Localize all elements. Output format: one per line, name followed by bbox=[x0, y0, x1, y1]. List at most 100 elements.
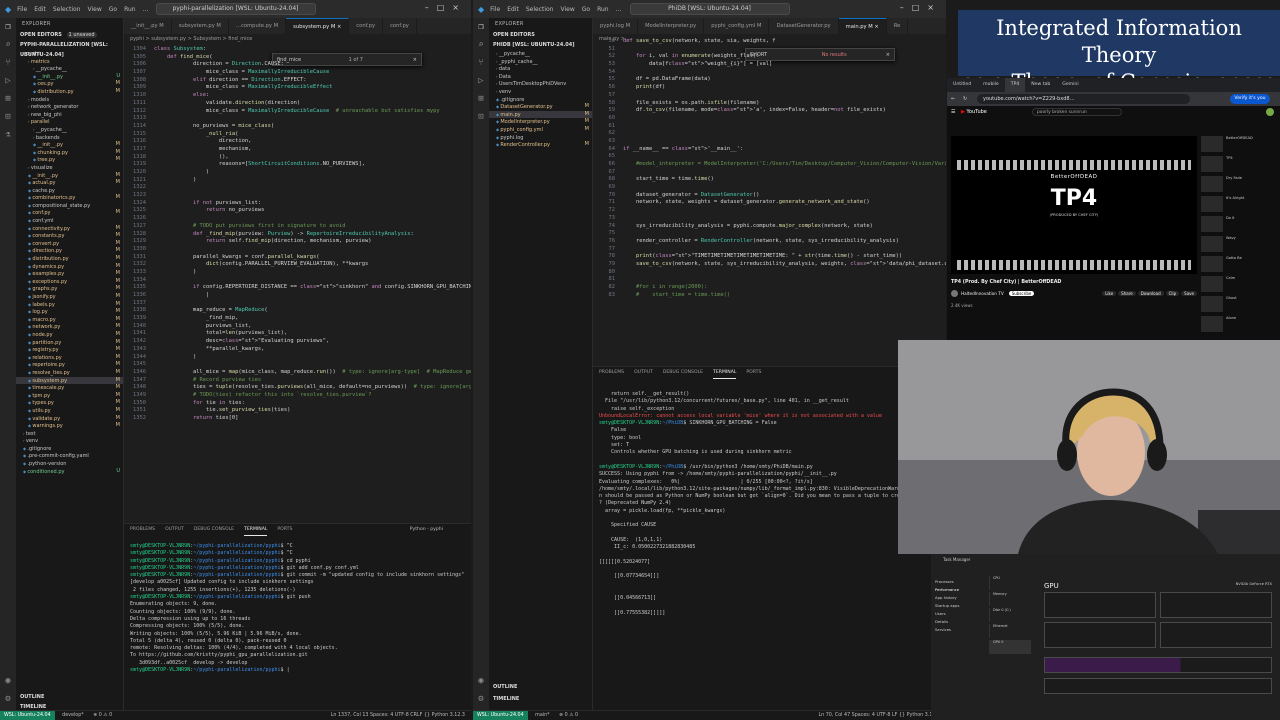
right-branch[interactable]: main* bbox=[535, 713, 549, 718]
browser-tab[interactable]: New tab bbox=[1025, 78, 1056, 92]
extensions-icon[interactable]: ⊞ bbox=[473, 90, 489, 108]
tree-file[interactable]: ◆ graphs.py M bbox=[16, 285, 123, 293]
tree-folder[interactable]: › _pyphi_cache__ bbox=[489, 58, 592, 66]
manage-gear-icon[interactable]: ⚙ bbox=[473, 690, 489, 708]
tree-file[interactable]: ◆ __init__.py M bbox=[16, 172, 123, 180]
menu-item[interactable]: Edit bbox=[34, 6, 46, 13]
tree-folder[interactable]: › backends bbox=[16, 134, 123, 142]
task-manager-nav-item[interactable]: Processes bbox=[935, 578, 985, 586]
recommended-video[interactable]: Gotta Be bbox=[1201, 256, 1273, 274]
reload-icon[interactable]: ↻ bbox=[963, 92, 967, 106]
tree-folder[interactable]: › parallel bbox=[16, 118, 123, 126]
open-editors-section[interactable]: OPEN EDITORS bbox=[489, 30, 592, 40]
tree-folder[interactable]: › test bbox=[16, 430, 123, 438]
tree-file[interactable]: ◆ __init__.py M bbox=[16, 141, 123, 149]
tree-file[interactable]: ◆ conf.py M bbox=[16, 209, 123, 217]
left-terminal-label[interactable]: Python - pyphi bbox=[410, 524, 443, 536]
manage-gear-icon[interactable]: ⚙ bbox=[0, 690, 16, 708]
recommended-video[interactable]: BetterOffDEAD bbox=[1201, 136, 1273, 154]
menu-item[interactable]: Go bbox=[582, 6, 590, 13]
task-manager-nav-item[interactable]: Startup apps bbox=[935, 602, 985, 610]
tree-folder[interactable]: › visualize bbox=[16, 164, 123, 172]
task-manager-nav-item[interactable]: Services bbox=[935, 626, 985, 634]
video-action-button[interactable]: Download bbox=[1137, 291, 1164, 296]
menu-item[interactable]: … bbox=[616, 6, 622, 13]
menu-item[interactable]: File bbox=[17, 6, 27, 13]
tree-file[interactable]: ◆ pyphi.log bbox=[489, 134, 592, 142]
tree-folder[interactable]: › new_big_phi bbox=[16, 111, 123, 119]
extensions-icon[interactable]: ⊞ bbox=[0, 90, 16, 108]
right-problem-counts[interactable]: ⊗ 0 ⚠ 0 bbox=[559, 713, 578, 718]
editor-tab[interactable]: ModelInterpreter.py bbox=[638, 18, 705, 34]
tree-folder[interactable]: › models bbox=[16, 96, 123, 104]
menu-item[interactable]: File bbox=[490, 6, 500, 13]
tree-folder[interactable]: › UsersTimDesktopPhiDVenv bbox=[489, 80, 592, 88]
editor-tab[interactable]: DatasetGenerator.py bbox=[769, 18, 839, 34]
left-breadcrumb[interactable]: pyphi > subsystem.py > Subsystem > find_… bbox=[124, 34, 252, 44]
tree-file[interactable]: ◆ .python-version bbox=[16, 460, 123, 468]
recommended-video[interactable]: Calm bbox=[1201, 276, 1273, 294]
panel-tab[interactable]: PROBLEMS bbox=[130, 524, 155, 536]
run-debug-icon[interactable]: ▷ bbox=[473, 72, 489, 90]
panel-tab[interactable]: PORTS bbox=[277, 524, 292, 536]
tree-folder[interactable]: › network_generator bbox=[16, 103, 123, 111]
verify-button[interactable]: Verify it's you bbox=[1230, 94, 1270, 104]
menu-item[interactable]: View bbox=[560, 6, 574, 13]
tree-file[interactable]: ◆ DatasetGenerator.py M bbox=[489, 103, 592, 111]
device-entry[interactable]: Memory bbox=[989, 592, 1031, 606]
tree-folder[interactable]: › metrics bbox=[16, 58, 123, 66]
task-manager-nav-item[interactable]: App history bbox=[935, 594, 985, 602]
tree-file[interactable]: ◆ connectivity.py M bbox=[16, 225, 123, 233]
tree-file[interactable]: ◆ warnings.py M bbox=[16, 422, 123, 430]
timeline-section[interactable]: TIMELINE bbox=[16, 702, 46, 710]
editor-tab[interactable]: pyphi.log M bbox=[593, 18, 639, 34]
tree-file[interactable]: ◆ timescale.py M bbox=[16, 384, 123, 392]
account-icon[interactable]: ◉ bbox=[473, 672, 489, 690]
account-icon[interactable]: ◉ bbox=[0, 672, 16, 690]
task-manager-nav-item[interactable]: Performance bbox=[935, 586, 985, 594]
remote-explorer-icon[interactable]: ⊡ bbox=[0, 108, 16, 126]
right-remote-indicator[interactable]: WSL: Ubuntu-24.04 bbox=[473, 711, 528, 720]
panel-tab[interactable]: DEBUG CONSOLE bbox=[194, 524, 234, 536]
tree-file[interactable]: ◆ distribution.py M bbox=[16, 255, 123, 263]
tree-file[interactable]: ◆ compositional_state.py bbox=[16, 202, 123, 210]
source-control-icon[interactable]: ⑂ bbox=[0, 54, 16, 72]
right-command-center[interactable]: PhiDB [WSL: Ubuntu-24.04] bbox=[629, 3, 790, 15]
tree-folder[interactable]: › venv bbox=[16, 437, 123, 445]
tree-file[interactable]: ◆ conf.yml bbox=[16, 217, 123, 225]
tree-file[interactable]: ◆ resolve_ties.py M bbox=[16, 369, 123, 377]
tree-file[interactable]: ◆ repertoire.py M bbox=[16, 361, 123, 369]
tree-file[interactable]: ◆ cache.py bbox=[16, 187, 123, 195]
tree-folder[interactable]: › __pycache__ bbox=[489, 50, 592, 58]
left-status-right[interactable]: Ln 1337, Col 13 Spaces: 4 UTF-8 CRLF {} … bbox=[331, 711, 465, 720]
search-icon[interactable]: ⌕ bbox=[0, 36, 16, 54]
video-action-button[interactable]: Share bbox=[1118, 291, 1136, 296]
left-remote-indicator[interactable]: WSL: Ubuntu-24.04 bbox=[0, 711, 55, 720]
recommended-video[interactable]: It's Alright bbox=[1201, 196, 1273, 214]
tree-file[interactable]: ◆ utils.py M bbox=[16, 407, 123, 415]
editor-tab[interactable]: conf.py bbox=[383, 18, 417, 34]
tree-file[interactable]: ◆ convert.py M bbox=[16, 240, 123, 248]
recommended-video[interactable]: Dry Fade bbox=[1201, 176, 1273, 194]
browser-tab[interactable]: Gemini bbox=[1056, 78, 1084, 92]
explorer-icon[interactable]: ❐ bbox=[0, 18, 16, 36]
left-problem-counts[interactable]: ⊗ 0 ⚠ 0 bbox=[93, 713, 112, 718]
tree-file[interactable]: ◆ macro.py M bbox=[16, 316, 123, 324]
tree-file[interactable]: ◆ main.py M bbox=[489, 110, 592, 119]
tree-file[interactable]: ◆ ces.py M bbox=[16, 80, 123, 88]
tree-file[interactable]: ◆ constants.py M bbox=[16, 232, 123, 240]
editor-tab[interactable]: __init__.py M bbox=[124, 18, 172, 34]
recommended-video[interactable]: Ghost bbox=[1201, 296, 1273, 314]
tree-file[interactable]: ◆ conditioned.py U bbox=[16, 468, 123, 476]
youtube-avatar[interactable] bbox=[1266, 108, 1274, 116]
back-icon[interactable]: ← bbox=[951, 92, 955, 106]
project-root[interactable]: PHIDB [WSL: UBUNTU-24.04] bbox=[489, 40, 592, 50]
tree-file[interactable]: ◆ direction.py M bbox=[16, 247, 123, 255]
youtube-logo[interactable]: ▶ YouTube bbox=[961, 109, 987, 115]
menu-item[interactable]: … bbox=[143, 6, 149, 13]
tree-file[interactable]: ◆ ModelInterpreter.py M bbox=[489, 118, 592, 126]
tree-file[interactable]: ◆ jsonify.py M bbox=[16, 293, 123, 301]
project-root[interactable]: PYPHI-PARALLELIZATION [WSL: UBUNTU-24.04… bbox=[16, 40, 123, 58]
left-menu-bar[interactable]: File Edit Selection View Go Run… bbox=[17, 6, 155, 13]
browser-tab[interactable]: mobile bbox=[977, 78, 1005, 92]
